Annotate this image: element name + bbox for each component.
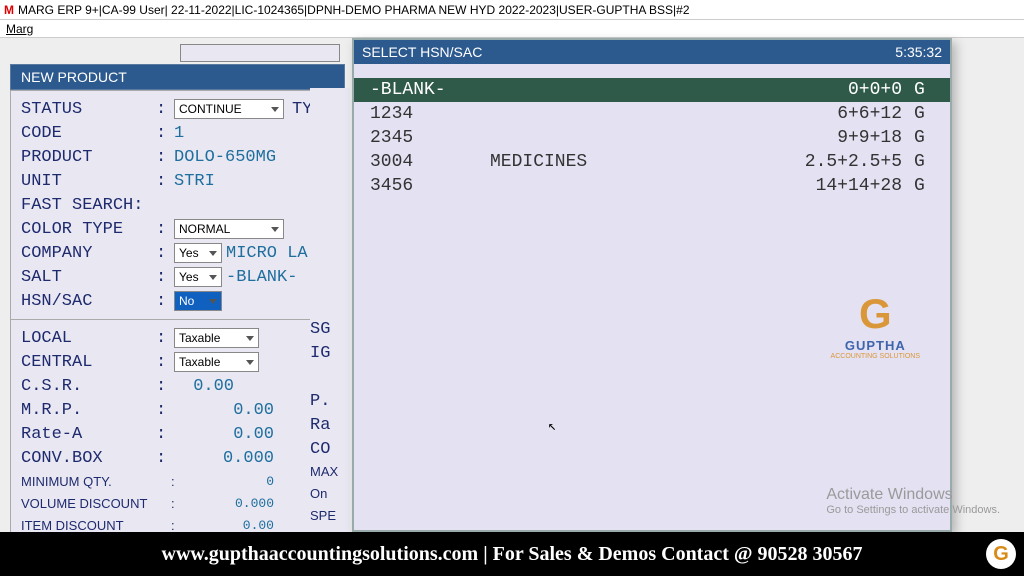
ratea-label: Rate-A bbox=[21, 425, 156, 444]
hsn-label: HSN/SAC bbox=[21, 292, 156, 311]
local-select[interactable]: Taxable bbox=[174, 328, 259, 348]
top-empty-box bbox=[180, 44, 340, 62]
mrp-value[interactable]: 0.00 bbox=[174, 401, 274, 420]
list-item[interactable]: 2345 9+9+18 G bbox=[370, 126, 934, 150]
co-label: CO bbox=[310, 440, 350, 464]
ratea-value[interactable]: 0.00 bbox=[174, 425, 274, 444]
list-item[interactable]: -BLANK- 0+0+0 G bbox=[354, 78, 950, 102]
mrp-label: M.R.P. bbox=[21, 401, 156, 420]
menubar[interactable]: Marg bbox=[0, 20, 1024, 38]
on-label: On bbox=[310, 486, 350, 508]
company-text: MICRO LA bbox=[226, 244, 308, 263]
code-label: CODE bbox=[21, 124, 156, 143]
color-type-label: COLOR TYPE bbox=[21, 220, 156, 239]
company-label: COMPANY bbox=[21, 244, 156, 263]
max-label: MAX bbox=[310, 464, 350, 486]
status-select[interactable]: CONTINUE bbox=[174, 99, 284, 119]
right-column-labels: SG IG P. Ra CO MAX On SPE bbox=[310, 88, 350, 536]
company-select[interactable]: Yes bbox=[174, 243, 222, 263]
color-type-select[interactable]: NORMAL bbox=[174, 219, 284, 239]
list-item[interactable]: 3456 14+14+28 G bbox=[370, 174, 934, 198]
salt-label: SALT bbox=[21, 268, 156, 287]
ra-label: Ra bbox=[310, 416, 350, 440]
footer-banner: www.gupthaaccountingsolutions.com | For … bbox=[0, 532, 1024, 576]
window-title: MARG ERP 9+|CA-99 User| 22-11-2022|LIC-1… bbox=[18, 3, 690, 17]
workspace: NEW PRODUCT STATUS : CONTINUE TY CODE : … bbox=[0, 38, 1024, 576]
conv-value[interactable]: 0.000 bbox=[174, 449, 274, 468]
menu-marg[interactable]: Marg bbox=[6, 22, 33, 36]
fast-search-label: FAST SEARCH: bbox=[21, 196, 143, 215]
vold-value[interactable]: 0.000 bbox=[189, 496, 274, 511]
activate-sub: Go to Settings to activate Windows. bbox=[826, 504, 1000, 516]
spe-label: SPE bbox=[310, 508, 350, 530]
watermark-logo: G GUPTHA ACCOUNTING SOLUTIONS bbox=[831, 290, 920, 360]
activate-title: Activate Windows bbox=[826, 486, 1000, 504]
sg-label: SG bbox=[310, 320, 350, 344]
salt-text: -BLANK- bbox=[226, 268, 297, 287]
code-value[interactable]: 1 bbox=[174, 124, 184, 143]
hsn-list[interactable]: -BLANK- 0+0+0 G 1234 6+6+12 G 2345 9+9+1… bbox=[354, 64, 950, 212]
minq-value[interactable]: 0 bbox=[189, 474, 274, 489]
product-value[interactable]: DOLO-650MG bbox=[174, 148, 276, 167]
ig-label: IG bbox=[310, 344, 350, 368]
footer-logo-icon: G bbox=[986, 539, 1016, 569]
unit-value[interactable]: STRI bbox=[174, 172, 215, 191]
select-hsn-popup: SELECT HSN/SAC 5:35:32 -BLANK- 0+0+0 G 1… bbox=[352, 38, 952, 532]
product-label: PRODUCT bbox=[21, 148, 156, 167]
list-item[interactable]: 3004 MEDICINES 2.5+2.5+5 G bbox=[370, 150, 934, 174]
panel-title: NEW PRODUCT bbox=[10, 64, 345, 90]
minq-label: MINIMUM QTY. bbox=[21, 474, 171, 489]
popup-title: SELECT HSN/SAC bbox=[362, 44, 482, 60]
csr-label: C.S.R. bbox=[21, 377, 156, 396]
status-label: STATUS bbox=[21, 100, 156, 119]
app-logo-icon: M bbox=[4, 3, 14, 17]
local-label: LOCAL bbox=[21, 329, 156, 348]
popup-time: 5:35:32 bbox=[895, 44, 942, 60]
activate-windows: Activate Windows Go to Settings to activ… bbox=[826, 486, 1000, 516]
watermark-brand: GUPTHA bbox=[831, 338, 920, 353]
p-label: P. bbox=[310, 392, 350, 416]
popup-header: SELECT HSN/SAC 5:35:32 bbox=[354, 40, 950, 64]
new-product-form: NEW PRODUCT STATUS : CONTINUE TY CODE : … bbox=[10, 44, 345, 541]
list-item[interactable]: 1234 6+6+12 G bbox=[370, 102, 934, 126]
salt-select[interactable]: Yes bbox=[174, 267, 222, 287]
conv-label: CONV.BOX bbox=[21, 449, 156, 468]
watermark-sub: ACCOUNTING SOLUTIONS bbox=[831, 353, 920, 360]
itemd-label: ITEM DISCOUNT bbox=[21, 518, 171, 533]
window-titlebar: M MARG ERP 9+|CA-99 User| 22-11-2022|LIC… bbox=[0, 0, 1024, 20]
central-label: CENTRAL bbox=[21, 353, 156, 372]
watermark-g-icon: G bbox=[831, 290, 920, 338]
hsn-select[interactable]: No bbox=[174, 291, 222, 311]
unit-label: UNIT bbox=[21, 172, 156, 191]
itemd-value[interactable]: 0.00 bbox=[189, 518, 274, 533]
csr-value[interactable]: 0.00 bbox=[174, 377, 234, 396]
footer-text: www.gupthaaccountingsolutions.com | For … bbox=[162, 543, 863, 566]
central-select[interactable]: Taxable bbox=[174, 352, 259, 372]
form-body: STATUS : CONTINUE TY CODE : 1 PRODUCT : … bbox=[10, 90, 345, 541]
vold-label: VOLUME DISCOUNT bbox=[21, 496, 171, 511]
